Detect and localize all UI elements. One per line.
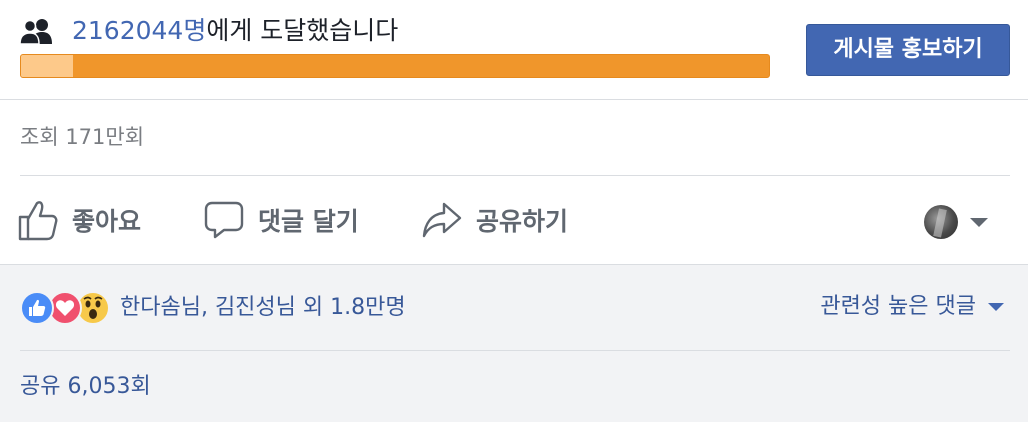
share-button[interactable]: 공유하기 bbox=[422, 198, 568, 242]
reach-progress-bar bbox=[20, 54, 770, 78]
people-icon bbox=[20, 19, 52, 44]
reach-suffix: 에게 도달했습니다 bbox=[206, 16, 399, 45]
reactions-summary[interactable]: 한다솜님, 김진성님 외 1.8만명 bbox=[20, 290, 406, 326]
like-button[interactable]: 좋아요 bbox=[18, 198, 141, 242]
reactors-text[interactable]: 한다솜님, 김진성님 외 1.8만명 bbox=[120, 293, 406, 323]
like-label: 좋아요 bbox=[72, 207, 142, 236]
chevron-down-icon bbox=[970, 217, 988, 227]
post-as-selector[interactable] bbox=[924, 202, 990, 242]
view-count: 조회 171만회 bbox=[20, 125, 145, 149]
share-label: 공유하기 bbox=[476, 207, 569, 236]
comment-sort-label: 관련성 높은 댓글 bbox=[820, 294, 976, 319]
avatar bbox=[924, 205, 958, 239]
comment-label: 댓글 달기 bbox=[258, 207, 359, 236]
comment-button[interactable]: 댓글 달기 bbox=[204, 198, 359, 242]
thumbs-up-icon bbox=[18, 201, 58, 241]
reach-section: 2162044명에게 도달했습니다 게시물 홍보하기 bbox=[0, 0, 1028, 100]
share-count-link[interactable]: 공유 6,053회 bbox=[20, 372, 151, 402]
action-bar: 좋아요 댓글 달기 공유하기 bbox=[0, 176, 1028, 264]
divider bbox=[20, 350, 1010, 351]
share-arrow-icon bbox=[422, 202, 462, 238]
organic-reach-fill bbox=[21, 55, 74, 77]
boost-post-button[interactable]: 게시물 홍보하기 bbox=[806, 24, 1010, 76]
like-reaction-icon bbox=[20, 291, 54, 325]
feedback-section bbox=[0, 265, 1028, 422]
caret-down-icon bbox=[988, 303, 1004, 311]
reach-count[interactable]: 2162044명 bbox=[72, 16, 206, 45]
comment-sort-dropdown[interactable]: 관련성 높은 댓글 bbox=[820, 292, 1004, 322]
comment-icon bbox=[204, 201, 244, 239]
divider bbox=[0, 99, 1028, 100]
reach-summary: 2162044명에게 도달했습니다 bbox=[72, 14, 398, 48]
